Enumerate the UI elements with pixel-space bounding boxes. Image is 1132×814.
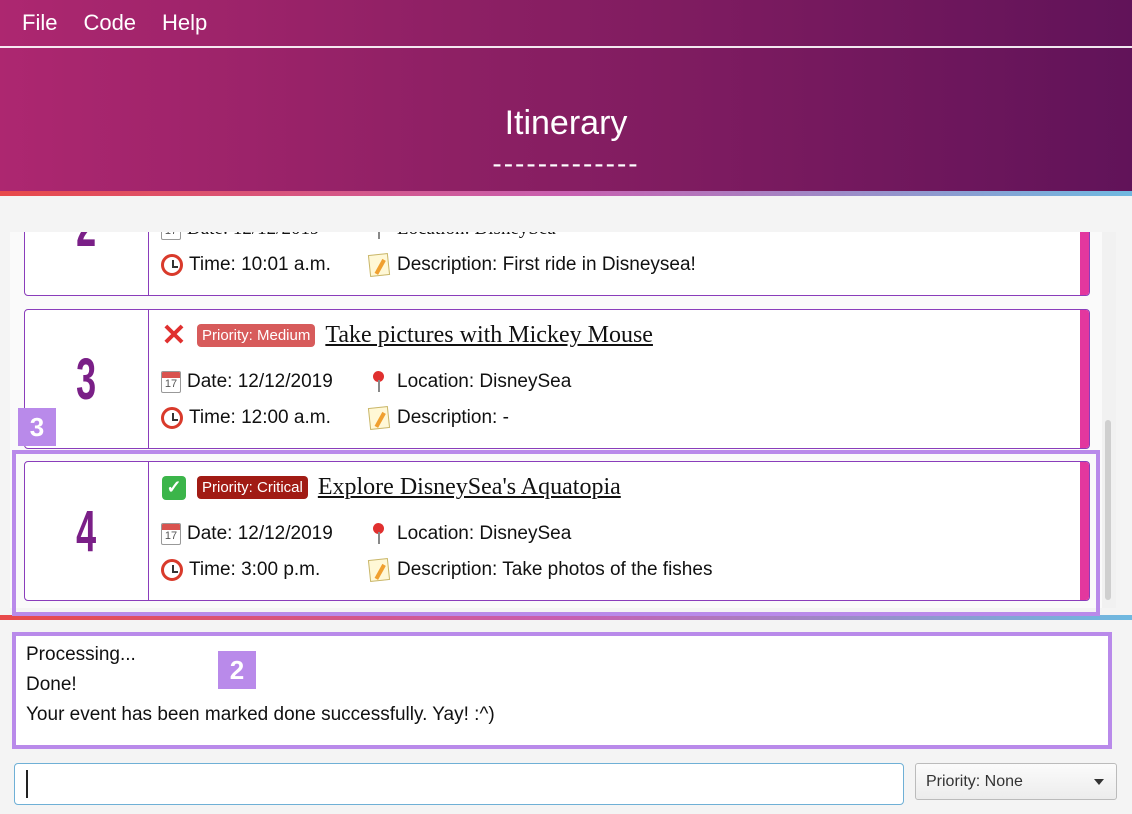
event-description: Description: First ride in Disneysea! (397, 254, 696, 275)
event-date-location-row: 17 Date: 12/12/2019 Location: DisneySea (161, 370, 571, 394)
event-index-cell: 2 (25, 232, 149, 295)
calendar-icon: 17 (161, 371, 181, 393)
event-location: Location: DisneySea (397, 232, 556, 240)
not-done-x-icon: ✕ (161, 318, 187, 352)
location-pin-icon (369, 232, 389, 241)
priority-dropdown[interactable]: Priority: None (915, 763, 1117, 800)
event-location: Location: DisneySea (397, 371, 572, 392)
menu-help[interactable]: Help (162, 10, 217, 36)
event-time-description-row: Time: 10:01 a.m. Description: First ride… (161, 253, 696, 277)
callout-badge-list: 3 (18, 408, 56, 446)
callout-frame-list (12, 450, 1100, 616)
menu-code[interactable]: Code (83, 10, 146, 36)
event-date-location-row: 17 Date: 12/12/2019 Location: DisneySea (161, 232, 556, 241)
event-time: Time: 10:01 a.m. (189, 254, 331, 275)
event-index: 3 (76, 346, 97, 412)
event-date: Date: 12/12/2019 (187, 371, 333, 392)
page-title: Itinerary (504, 104, 628, 142)
alarm-clock-icon (161, 407, 183, 429)
app-header: File Code Help Itinerary ------------- (0, 0, 1132, 196)
header-gradient-strip (0, 191, 1132, 196)
callout-badge-result: 2 (218, 651, 256, 689)
event-time-description-row: Time: 12:00 a.m. Description: - (161, 406, 509, 430)
menu-divider (0, 46, 1132, 48)
command-input[interactable] (14, 763, 904, 805)
event-index: 2 (76, 232, 96, 260)
card-accent-bar (1080, 232, 1089, 295)
location-pin-icon (369, 370, 389, 394)
memo-icon (367, 406, 391, 430)
priority-badge: Priority: Medium (197, 324, 316, 347)
event-card[interactable]: 2 17 Date: 12/12/2019 Location: DisneySe… (24, 232, 1090, 296)
event-content: ✕ Priority: Medium Take pictures with Mi… (161, 310, 1069, 448)
event-title[interactable]: Take pictures with Mickey Mouse (325, 322, 653, 349)
list-scrollbar-thumb[interactable] (1105, 420, 1111, 600)
card-accent-bar (1080, 310, 1089, 448)
title-underline: ------------- (492, 148, 640, 179)
menu-file[interactable]: File (22, 10, 67, 36)
priority-dropdown-value: Priority: None (926, 772, 1023, 790)
text-caret (26, 770, 28, 798)
event-content: 17 Date: 12/12/2019 Location: DisneySea … (161, 232, 1069, 295)
event-description: Description: - (397, 407, 509, 428)
menu-bar: File Code Help (0, 0, 1132, 46)
memo-icon (367, 253, 391, 277)
event-time: Time: 12:00 a.m. (189, 407, 331, 428)
chevron-down-icon (1094, 779, 1104, 785)
callout-frame-result (12, 632, 1112, 749)
event-card[interactable]: 3 ✕ Priority: Medium Take pictures with … (24, 309, 1090, 449)
event-date: Date: 12/12/2019 (187, 232, 319, 240)
alarm-clock-icon (161, 254, 183, 276)
event-title-row: ✕ Priority: Medium Take pictures with Mi… (161, 318, 653, 352)
calendar-icon: 17 (161, 232, 181, 240)
